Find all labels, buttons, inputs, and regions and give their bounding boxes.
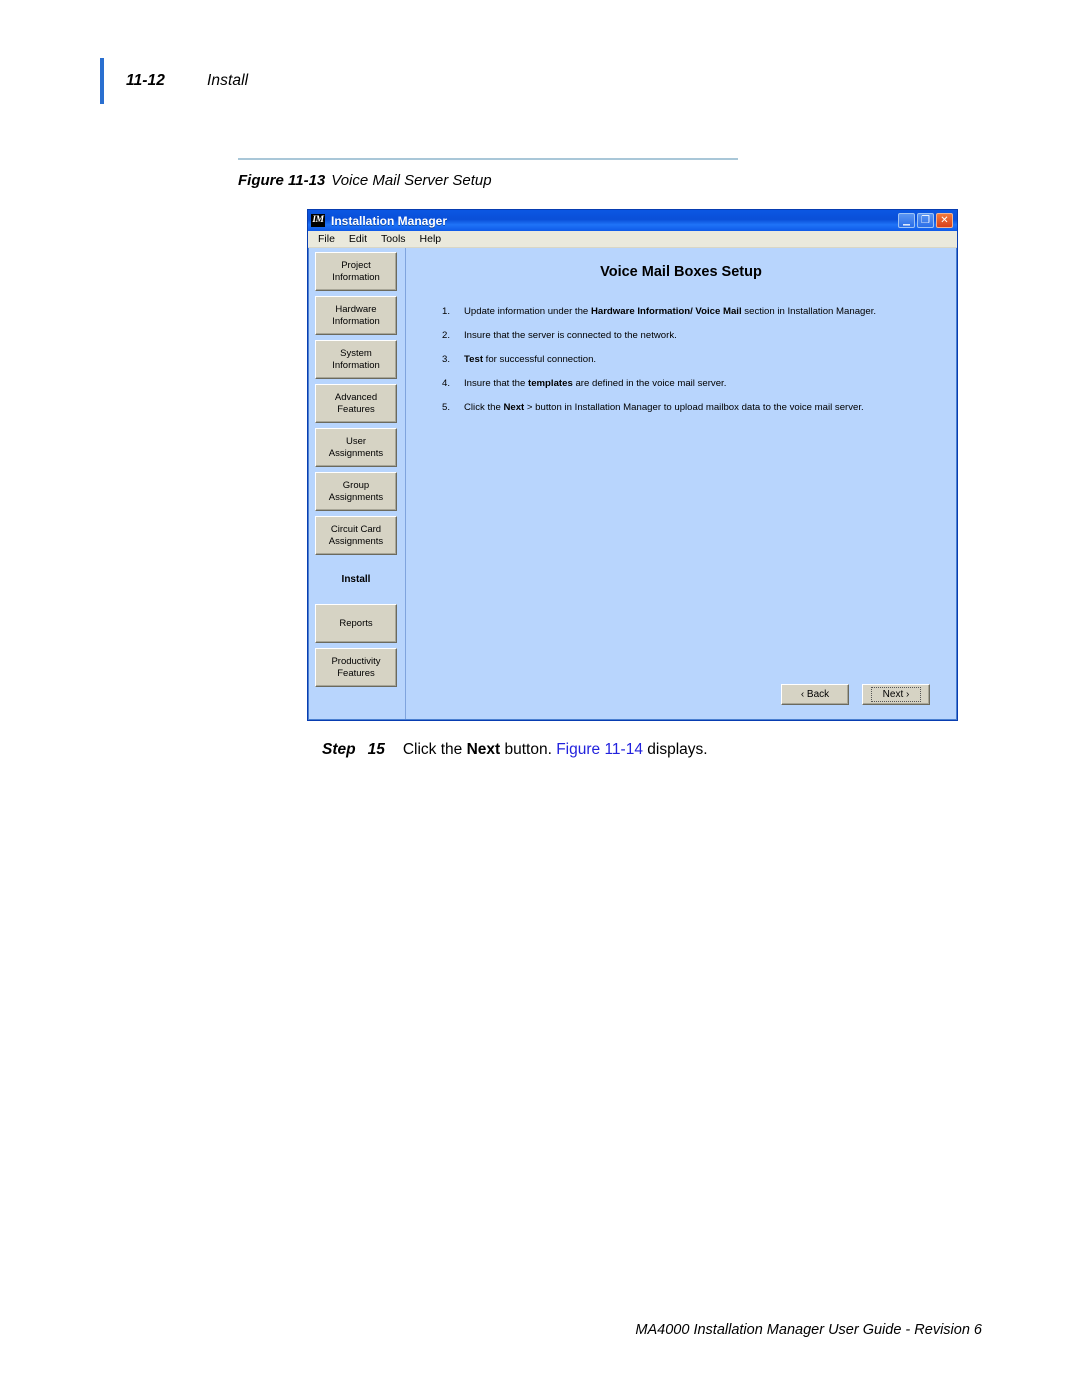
sidebar-item-group-assignments[interactable]: Group Assignments [315, 472, 397, 511]
text-pre: Insure that the server is connected to t… [464, 330, 677, 341]
figure-block: Figure 11-13 Voice Mail Server Setup [238, 158, 968, 189]
close-icon: ✕ [940, 215, 949, 226]
figure-caption: Figure 11-13 Voice Mail Server Setup [238, 172, 968, 189]
list-item: 5. Click the Next > button in Installati… [442, 402, 942, 414]
list-item: 4. Insure that the templates are defined… [442, 378, 942, 390]
sidebar-navigation: Project Information Hardware Information… [309, 248, 405, 719]
text-bold: templates [528, 378, 573, 389]
list-item: 3. Test for successful connection. [442, 354, 942, 366]
list-item-number: 1. [442, 306, 451, 317]
sidebar-label-line1: Install [341, 573, 371, 585]
window-body: Project Information Hardware Information… [308, 248, 957, 720]
figure-rule [238, 158, 738, 160]
text-pre: Click the [464, 402, 504, 413]
page-header: 11-12 Install [100, 58, 248, 104]
window-titlebar: IM Installation Manager _ ❐ ✕ [308, 210, 957, 231]
maximize-icon: ❐ [921, 215, 930, 226]
sidebar-label-line1: Advanced [334, 392, 378, 403]
menu-edit[interactable]: Edit [349, 233, 367, 245]
sidebar-label-line1: Reports [339, 617, 373, 629]
step-number: 15 [367, 741, 385, 758]
list-item-number: 4. [442, 378, 451, 389]
page-number: 11-12 [126, 72, 165, 89]
next-button[interactable]: Next › [862, 684, 930, 705]
sidebar-item-advanced-features[interactable]: Advanced Features [315, 384, 397, 423]
step-bold-word: Next [466, 741, 501, 758]
window-controls: _ ❐ ✕ [898, 210, 955, 228]
text-bold: Next [503, 402, 525, 413]
list-item-number: 2. [442, 330, 451, 341]
list-item-text: Insure that the templates are defined in… [464, 378, 942, 390]
header-section-title: Install [207, 72, 249, 89]
sidebar-label-line1: Productivity [331, 656, 381, 667]
step-text-before: Click the [402, 741, 467, 758]
step-instruction: Step 15 Click the Next button. Figure 11-1… [322, 741, 708, 759]
text-bold: Hardware Information/ Voice Mail [590, 306, 742, 317]
list-item-text: Click the Next > button in Installation … [464, 402, 942, 414]
sidebar-item-install[interactable]: Install [315, 560, 397, 599]
sidebar-item-reports[interactable]: Reports [315, 604, 397, 643]
sidebar-item-system-information[interactable]: System Information [315, 340, 397, 379]
text-pre: Update information under the [464, 306, 591, 317]
instruction-list: 1. Update information under the Hardware… [442, 306, 942, 426]
menu-file[interactable]: File [318, 233, 335, 245]
sidebar-item-circuit-card-assignments[interactable]: Circuit Card Assignments [315, 516, 397, 555]
minimize-icon: _ [903, 210, 910, 226]
text-post: section in Installation Manager. [741, 306, 877, 317]
sidebar-label-line2: Assignments [328, 447, 384, 459]
sidebar-label-line2: Information [332, 359, 380, 371]
content-pane: Voice Mail Boxes Setup 1. Update informa… [405, 248, 956, 719]
sidebar-label-line2: Features [337, 403, 375, 415]
sidebar-item-user-assignments[interactable]: User Assignments [315, 428, 397, 467]
page-footer: MA4000 Installation Manager User Guide -… [635, 1322, 982, 1338]
text-bold: Test [464, 354, 484, 365]
text-post: for successful connection. [483, 354, 597, 365]
maximize-button[interactable]: ❐ [917, 213, 934, 228]
minimize-button[interactable]: _ [898, 210, 915, 228]
step-text-after: displays. [642, 741, 708, 758]
text-post: > button in Installation Manager to uplo… [524, 402, 864, 413]
sidebar-label-line1: Hardware [335, 304, 377, 315]
figure-label: Figure 11-13 [238, 172, 326, 189]
next-button-label: Next › [870, 687, 922, 702]
sidebar-item-project-information[interactable]: Project Information [315, 252, 397, 291]
list-item: 2. Insure that the server is connected t… [442, 330, 942, 342]
list-item-text: Insure that the server is connected to t… [464, 330, 942, 342]
sidebar-item-productivity-features[interactable]: Productivity Features [315, 648, 397, 687]
list-item-text: Update information under the Hardware In… [464, 306, 942, 318]
step-text-middle: button. [500, 741, 557, 758]
text-post: are defined in the voice mail server. [572, 378, 727, 389]
sidebar-item-hardware-information[interactable]: Hardware Information [315, 296, 397, 335]
sidebar-label-line2: Assignments [328, 535, 384, 547]
content-title: Voice Mail Boxes Setup [600, 264, 762, 280]
menubar: File Edit Tools Help [308, 231, 957, 248]
sidebar-label-line2: Assignments [328, 491, 384, 503]
wizard-button-row: ‹ Back Next › [420, 684, 942, 709]
sidebar-label-line2: Features [337, 667, 375, 679]
step-word: Step [322, 741, 356, 758]
window-title: Installation Manager [331, 213, 448, 228]
list-item-number: 3. [442, 354, 451, 365]
figure-name: Voice Mail Server Setup [331, 172, 492, 189]
sidebar-label-line2: Information [332, 315, 380, 327]
menu-tools[interactable]: Tools [381, 233, 406, 245]
sidebar-label-line1: Project [341, 260, 371, 271]
list-item-text: Test for successful connection. [464, 354, 942, 366]
menu-help[interactable]: Help [420, 233, 442, 245]
sidebar-label-line1: Circuit Card [330, 524, 382, 535]
close-button[interactable]: ✕ [936, 213, 953, 228]
installation-manager-window: IM Installation Manager _ ❐ ✕ File Edit … [307, 209, 958, 721]
back-button[interactable]: ‹ Back [781, 684, 849, 705]
sidebar-label-line1: User [345, 436, 367, 447]
list-item: 1. Update information under the Hardware… [442, 306, 942, 318]
sidebar-label-line1: Group [342, 480, 370, 491]
list-item-number: 5. [442, 402, 451, 413]
text-pre: Insure that the [464, 378, 528, 389]
header-text-group: 11-12 Install [104, 58, 248, 104]
cross-reference-link[interactable]: Figure 11-14 [556, 741, 643, 758]
sidebar-label-line2: Information [332, 271, 380, 283]
app-logo-icon: IM [311, 214, 325, 227]
sidebar-label-line1: System [340, 348, 372, 359]
